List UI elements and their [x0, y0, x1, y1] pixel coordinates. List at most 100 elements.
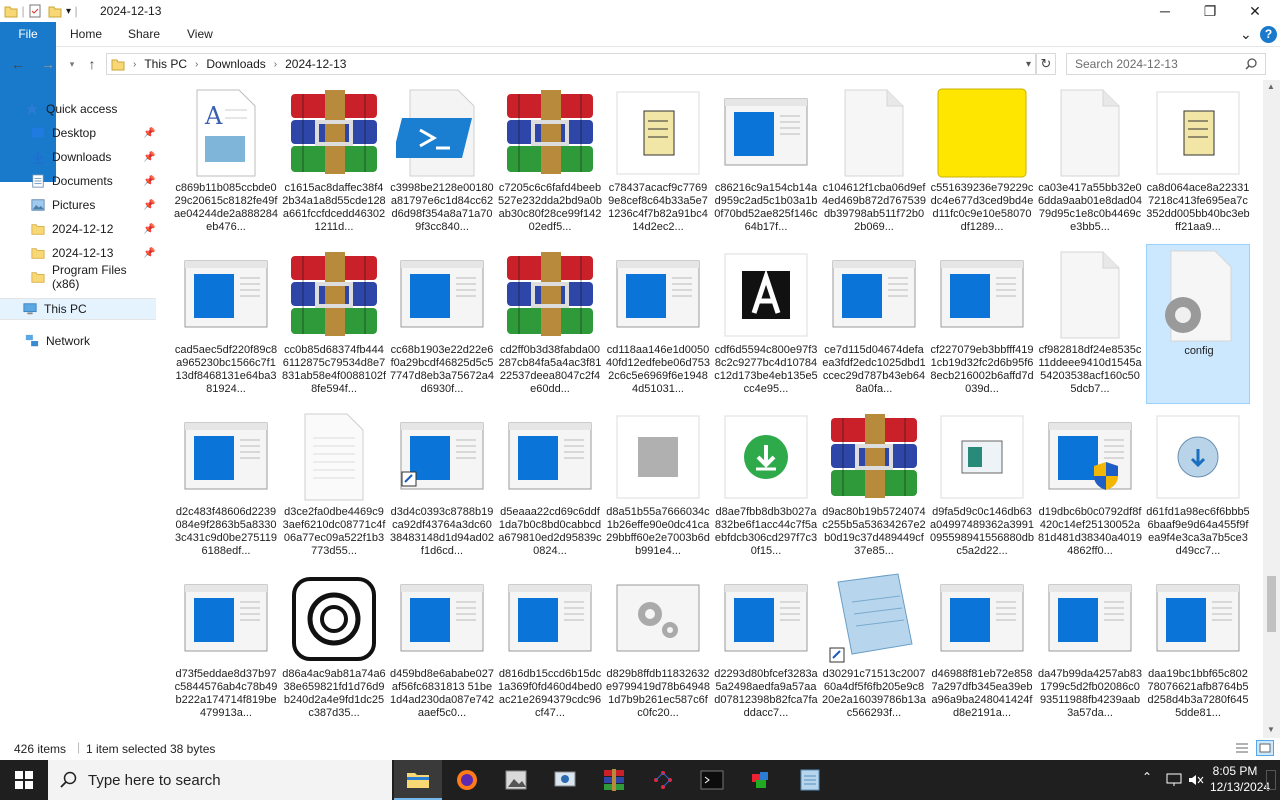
tab-share[interactable]: Share: [128, 22, 160, 47]
breadcrumb-separator-icon[interactable]: ›: [133, 59, 136, 70]
up-arrow-icon[interactable]: ↑: [82, 54, 102, 74]
file-item[interactable]: da47b99da4257ab831799c5d2fb02086c0935119…: [1038, 568, 1142, 728]
file-item[interactable]: c7205c6c6fafd4beeb527e232dda2bd9a0bab30c…: [498, 82, 602, 242]
paint-icon[interactable]: [737, 760, 785, 800]
file-item[interactable]: d61fd1a98ec6f6bbb56baaf9e9d64a455f9fea9f…: [1146, 406, 1250, 566]
file-item[interactable]: c551639236e79229cdc4e677d3ced9bd4ed11fc0…: [930, 82, 1034, 242]
pin-icon[interactable]: 📌: [143, 128, 155, 139]
pin-icon[interactable]: 📌: [143, 152, 155, 163]
forward-arrow-icon[interactable]: →: [38, 54, 58, 74]
sidebar-item-pictures[interactable]: Pictures 📌: [0, 194, 156, 216]
sidebar-item-2024-12-13[interactable]: 2024-12-13 📌: [0, 242, 156, 264]
large-icons-view-icon[interactable]: [1256, 740, 1274, 756]
file-item[interactable]: cd118aa146e1d005040fd12edfebe06d7532c6c5…: [606, 244, 710, 404]
breadcrumb-separator-icon[interactable]: ›: [195, 59, 198, 70]
file-item[interactable]: d3d4c0393c8788b19ca92df43764a3dc60384831…: [390, 406, 494, 566]
file-item[interactable]: config: [1146, 244, 1250, 404]
help-icon[interactable]: ?: [1260, 26, 1277, 43]
file-item[interactable]: ca8d064ace8a223317218c413fe695ea7c352dd0…: [1146, 82, 1250, 242]
winrar-icon[interactable]: [590, 760, 638, 800]
file-item[interactable]: d19dbc6b0c0792df8f420c14ef25130052a81d48…: [1038, 406, 1142, 566]
breadcrumb-current-folder[interactable]: 2024-12-13: [285, 57, 346, 71]
breadcrumb-downloads[interactable]: Downloads: [206, 57, 265, 71]
recent-locations-chevron-icon[interactable]: ▾: [62, 54, 82, 74]
file-item[interactable]: c78437acacf9c77699e8cef8c64b33a5e71236c4…: [606, 82, 710, 242]
file-item[interactable]: d8a51b55a7666034c1b26effe90e0dc41ca29bbf…: [606, 406, 710, 566]
sidebar-item-desktop[interactable]: Desktop 📌: [0, 122, 156, 144]
file-item[interactable]: cc68b1903e22d22e6f0a29bcdf46825d5c57747d…: [390, 244, 494, 404]
file-item[interactable]: cad5aec5df220f89c8a965230bc1566c7f113df8…: [174, 244, 278, 404]
back-arrow-icon[interactable]: ←: [8, 54, 28, 74]
file-item[interactable]: d2293d80bfcef3283a5a2498aedfa9a57aad0781…: [714, 568, 818, 728]
address-dropdown-chevron-icon[interactable]: ▾: [1026, 59, 1031, 70]
file-item[interactable]: cc0b85d68374fb4446112875c79534d8e7831ab5…: [282, 244, 386, 404]
file-item[interactable]: c86216c9a154cb14ad959c2ad5c1b03a1b0f70bd…: [714, 82, 818, 242]
notepad-icon[interactable]: [786, 760, 834, 800]
file-item[interactable]: cdf6d5594c800e97f38c2c9277bc4d10784c12d1…: [714, 244, 818, 404]
file-item[interactable]: cf982818df24e8535c11ddeee9410d1545a54203…: [1038, 244, 1142, 404]
taskbar-search-box[interactable]: Type here to search: [48, 760, 392, 800]
file-item[interactable]: d46988f81eb72e8587a297dfb345ea39eba96a9b…: [930, 568, 1034, 728]
sidebar-item-this-pc[interactable]: This PC: [0, 298, 156, 320]
tab-view[interactable]: View: [187, 22, 213, 47]
file-item[interactable]: ce7d115d04674defaea3fdf2edc1025dbd1ccec2…: [822, 244, 926, 404]
file-item[interactable]: d5eaaa22cd69c6ddf1da7b0c8bd0cabbcda67981…: [498, 406, 602, 566]
scrollbar-thumb[interactable]: [1267, 576, 1276, 632]
pin-icon[interactable]: 📌: [143, 200, 155, 211]
file-item[interactable]: d3ce2fa0dbe4469c93aef6210dc08771c4f06a77…: [282, 406, 386, 566]
screen-capture-icon[interactable]: [541, 760, 589, 800]
search-input[interactable]: Search 2024-12-13: [1066, 53, 1266, 75]
file-item[interactable]: d30291c71513c200760a4df5f6fb205e9c820e2a…: [822, 568, 926, 728]
sidebar-item-2024-12-12[interactable]: 2024-12-12 📌: [0, 218, 156, 240]
file-item[interactable]: d9ac80b19b5724074c255b5a53634267e2b0d19c…: [822, 406, 926, 566]
network-status-icon[interactable]: [1166, 773, 1182, 787]
new-folder-icon[interactable]: [48, 4, 62, 18]
address-bar[interactable]: › This PC › Downloads › 2024-12-13 ▾: [106, 53, 1036, 75]
sidebar-item-network[interactable]: Network: [0, 330, 156, 352]
file-item[interactable]: d816db15ccd6b15dc1a369f0fd460d4bed0ac21e…: [498, 568, 602, 728]
tab-home[interactable]: Home: [70, 22, 102, 47]
network-graph-icon[interactable]: [639, 760, 687, 800]
file-item[interactable]: cf227079eb3bbfff4191cb19d32fc2d6b95f68ec…: [930, 244, 1034, 404]
pin-icon[interactable]: 📌: [143, 176, 155, 187]
file-item[interactable]: Ac869b11b085ccbde029c20615c8182fe49fae04…: [174, 82, 278, 242]
vertical-scrollbar[interactable]: ▲ ▼: [1263, 80, 1280, 738]
sidebar-item-documents[interactable]: Documents 📌: [0, 170, 156, 192]
breadcrumb-separator-icon[interactable]: ›: [274, 59, 277, 70]
system-clock[interactable]: 8:05 PM 12/13/2024: [1210, 763, 1270, 795]
sidebar-item-program-files-x86[interactable]: Program Files (x86): [0, 263, 156, 291]
minimize-button[interactable]: ─: [1142, 0, 1188, 22]
details-view-icon[interactable]: [1234, 741, 1250, 755]
maximize-button[interactable]: ❐: [1187, 0, 1233, 22]
firefox-icon[interactable]: [443, 760, 491, 800]
file-item[interactable]: d9fa5d9c0c146db63a04997489362a3991095598…: [930, 406, 1034, 566]
file-item[interactable]: d86a4ac9ab81a74a638e659821fd1d76d9b240d2…: [282, 568, 386, 728]
properties-icon[interactable]: [28, 4, 42, 18]
file-item[interactable]: daa19bc1bbf65c80278076621afb8764b5d258d4…: [1146, 568, 1250, 728]
file-item[interactable]: d2c483f48606d2239084e9f2863b5a83303c431c…: [174, 406, 278, 566]
file-item[interactable]: c104612f1cba06d9ef4ed469b872d767539db397…: [822, 82, 926, 242]
file-item[interactable]: cd2ff0b3d38fabda00287cb84fa5a4ac3f812253…: [498, 244, 602, 404]
file-item[interactable]: d829b8ffdb11832632e9799419d78b649481d7b9…: [606, 568, 710, 728]
expand-ribbon-chevron-icon[interactable]: ⌄: [1240, 22, 1252, 47]
terminal-icon[interactable]: [688, 760, 736, 800]
volume-muted-icon[interactable]: [1188, 773, 1204, 787]
file-item[interactable]: d8ae7fbb8db3b027a832be6f1acc44c7f5aebfdc…: [714, 406, 818, 566]
start-button[interactable]: [0, 760, 48, 800]
refresh-icon[interactable]: ↻: [1036, 53, 1056, 75]
close-button[interactable]: ✕: [1232, 0, 1278, 22]
file-item[interactable]: d73f5eddae8d37b97c5844576ab4c78b49b222a1…: [174, 568, 278, 728]
file-item[interactable]: c3998be2128e00180a81797e6c1d84cc62d6d98f…: [390, 82, 494, 242]
photos-app-icon[interactable]: [492, 760, 540, 800]
file-item[interactable]: d459bd8e6ababe027af56fc6831813 51be1d4ad…: [390, 568, 494, 728]
file-item[interactable]: ca03e417a55bb32e06dda9aab01e8dad0479d95c…: [1038, 82, 1142, 242]
file-explorer-icon[interactable]: [394, 760, 442, 800]
sidebar-item-quick-access[interactable]: Quick access: [0, 98, 156, 120]
file-item[interactable]: c1615ac8daffec38f42b34a1a8d55cde128a661f…: [282, 82, 386, 242]
pin-icon[interactable]: 📌: [143, 224, 155, 235]
scroll-down-icon[interactable]: ▼: [1267, 725, 1275, 734]
sidebar-item-downloads[interactable]: Downloads 📌: [0, 146, 156, 168]
breadcrumb-this-pc[interactable]: This PC: [144, 57, 187, 71]
show-hidden-icons-chevron-icon[interactable]: ⌃: [1142, 770, 1152, 784]
pin-icon[interactable]: 📌: [143, 248, 155, 259]
